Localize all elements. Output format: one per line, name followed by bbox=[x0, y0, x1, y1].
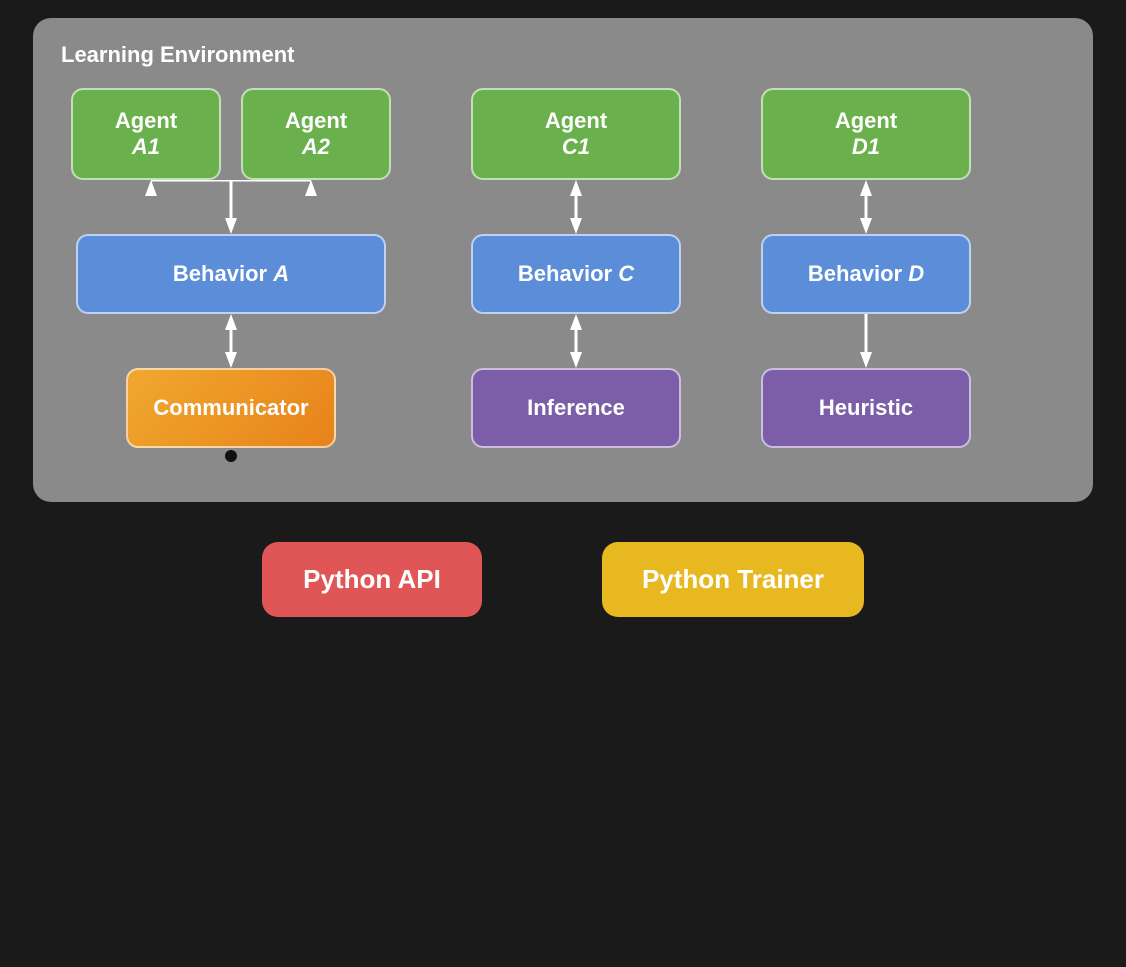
diagram: AgentA1 AgentA2 bbox=[61, 88, 1065, 462]
double-arrow-c1 bbox=[561, 180, 591, 234]
col-right: AgentD1 Behavior D bbox=[751, 88, 981, 462]
learning-env-title: Learning Environment bbox=[61, 42, 1065, 68]
arrow-c1-behavior-c bbox=[561, 180, 591, 234]
behavior-c: Behavior C bbox=[471, 234, 681, 314]
double-arrow-d1 bbox=[851, 180, 881, 234]
arrow-behavior-c-inference bbox=[561, 314, 591, 368]
double-arrow-a-comm bbox=[216, 314, 246, 368]
arrow-d1-behavior-d bbox=[851, 180, 881, 234]
col-left: AgentA1 AgentA2 bbox=[61, 88, 401, 462]
learning-environment-box: Learning Environment AgentA1 AgentA2 bbox=[33, 18, 1093, 502]
connector-t-svg bbox=[76, 180, 386, 234]
double-arrow-c-inf bbox=[561, 314, 591, 368]
agent-a1: AgentA1 bbox=[71, 88, 221, 180]
python-api-box: Python API bbox=[262, 542, 482, 617]
communicator-box: Communicator bbox=[126, 368, 336, 448]
arrow-behavior-d-heuristic bbox=[851, 314, 881, 368]
dot-connector bbox=[225, 450, 237, 462]
agent-c1: AgentC1 bbox=[471, 88, 681, 180]
arrow-d-heur bbox=[851, 314, 881, 368]
agent-d1: AgentD1 bbox=[761, 88, 971, 180]
agents-row-a: AgentA1 AgentA2 bbox=[71, 88, 391, 180]
agent-a2: AgentA2 bbox=[241, 88, 391, 180]
legend: Python API Python Trainer bbox=[33, 542, 1093, 617]
main-container: Learning Environment AgentA1 AgentA2 bbox=[33, 18, 1093, 617]
python-trainer-box: Python Trainer bbox=[602, 542, 864, 617]
col-mid: AgentC1 Behavior C bbox=[461, 88, 691, 462]
behavior-a: Behavior A bbox=[76, 234, 386, 314]
heuristic-box: Heuristic bbox=[761, 368, 971, 448]
inference-box: Inference bbox=[471, 368, 681, 448]
arrow-behavior-a-communicator bbox=[216, 314, 246, 368]
col-gap-2 bbox=[691, 88, 751, 462]
col-gap-1 bbox=[401, 88, 461, 462]
connector-t-a bbox=[76, 180, 386, 234]
behavior-d: Behavior D bbox=[761, 234, 971, 314]
